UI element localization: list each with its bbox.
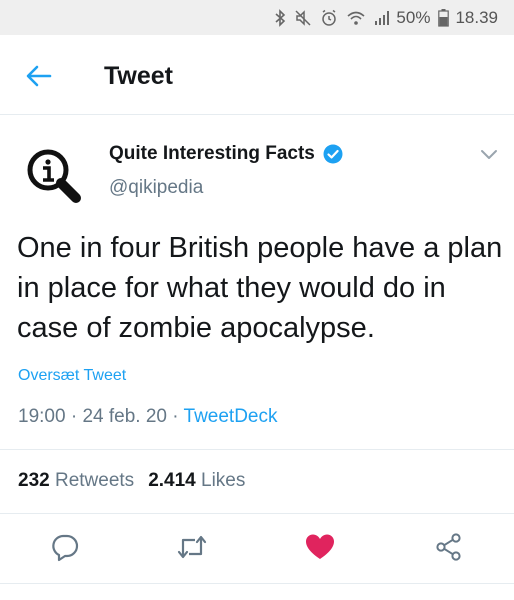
heart-filled-icon[interactable] [303, 530, 337, 564]
tweet-date: 24 feb. 20 [82, 406, 167, 427]
share-icon[interactable] [432, 530, 466, 564]
meta-separator: · [172, 406, 179, 427]
tweet-text: One in four British people have a plan i… [17, 232, 503, 344]
tweet-time: 19:00 [18, 406, 66, 427]
status-bar: 50% 18.39 [0, 0, 514, 35]
tweet-meta: 19:00 · 24 feb. 20 · TweetDeck [18, 406, 278, 428]
bluetooth-icon [274, 8, 286, 27]
wifi-icon [346, 9, 366, 27]
tweet-stats: 232 Retweets 2.414 Likes [18, 470, 245, 492]
battery-icon [438, 8, 450, 27]
chevron-down-icon[interactable] [478, 143, 500, 165]
avatar[interactable] [18, 140, 88, 210]
author-name-text[interactable]: Quite Interesting Facts [109, 143, 315, 165]
divider [0, 513, 514, 514]
retweet-label: Retweets [54, 470, 135, 491]
like-label: Likes [201, 470, 246, 491]
author-name[interactable]: Quite Interesting Facts [109, 143, 343, 165]
tweet-client-link[interactable]: TweetDeck [184, 406, 278, 427]
retweet-count: 232 [18, 470, 50, 491]
like-count: 2.414 [148, 470, 196, 491]
signal-icon [374, 10, 390, 26]
tweet-actions [0, 530, 514, 566]
divider [0, 583, 514, 584]
verified-badge-icon [323, 144, 343, 164]
divider [0, 449, 514, 450]
author-handle[interactable]: @qikipedia [109, 177, 203, 199]
back-arrow-icon[interactable] [24, 61, 54, 91]
battery-percent: 50% [396, 7, 431, 27]
clock: 18.39 [455, 7, 498, 27]
reply-icon[interactable] [48, 530, 82, 564]
magnifier-i-logo-icon [27, 149, 81, 203]
meta-separator: · [70, 406, 78, 427]
retweets-stat[interactable]: 232 Retweets [18, 470, 134, 491]
retweet-icon[interactable] [175, 530, 209, 564]
app-header: Tweet [0, 35, 514, 115]
likes-stat[interactable]: 2.414 Likes [148, 470, 245, 491]
page-title: Tweet [104, 62, 173, 90]
alarm-icon [320, 9, 338, 27]
translate-tweet-link[interactable]: Oversæt Tweet [18, 367, 126, 385]
mute-icon [294, 9, 312, 27]
